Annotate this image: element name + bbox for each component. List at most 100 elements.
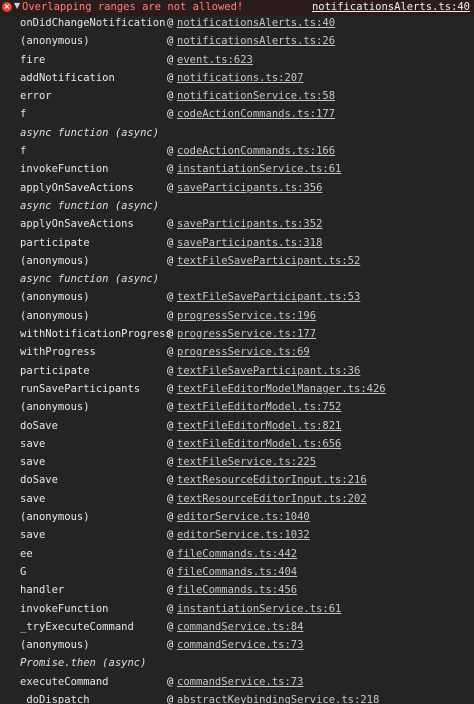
source-link[interactable]: commandService.ts:73	[177, 676, 303, 688]
async-separator-label: async function (async)	[20, 126, 160, 139]
async-separator-row: async function (async)	[0, 125, 474, 143]
at-separator: @	[167, 309, 174, 322]
function-name: participate	[20, 236, 90, 249]
stack-frame-row: addNotification @ notifications.ts:207	[0, 70, 474, 88]
stack-frame-row: (anonymous) @ commandService.ts:73	[0, 637, 474, 655]
error-message-header[interactable]: × ▼ Overlapping ranges are not allowed! …	[0, 0, 474, 16]
stack-frame-row: handler @ fileCommands.ts:456	[0, 582, 474, 600]
stack-frame-row: error @ notificationService.ts:58	[0, 88, 474, 106]
function-name: (anonymous)	[20, 511, 90, 524]
at-separator: @	[167, 35, 174, 48]
source-link[interactable]: commandService.ts:73	[177, 639, 303, 651]
stack-frame-row: (anonymous) @ notificationsAlerts.ts:26	[0, 33, 474, 51]
at-separator: @	[167, 163, 174, 176]
function-name: doSave	[20, 419, 58, 432]
at-separator: @	[167, 53, 174, 66]
at-separator: @	[167, 17, 174, 29]
source-link[interactable]: event.ts:623	[177, 54, 253, 66]
source-link[interactable]: textResourceEditorInput.ts:202	[177, 493, 367, 505]
function-name: fire	[20, 53, 46, 66]
source-link[interactable]: textFileSaveParticipant.ts:53	[177, 291, 360, 303]
source-link[interactable]: editorService.ts:1032	[177, 529, 310, 541]
at-separator: @	[167, 401, 174, 414]
source-link[interactable]: textFileSaveParticipant.ts:36	[177, 365, 360, 377]
stack-frame-row: doSave @ textFileEditorModel.ts:821	[0, 418, 474, 436]
at-separator: @	[167, 346, 174, 359]
function-name: doSave	[20, 474, 58, 487]
stack-frame-row: (anonymous) @ editorService.ts:1040	[0, 509, 474, 527]
source-link[interactable]: editorService.ts:1040	[177, 511, 310, 523]
source-link[interactable]: textFileEditorModel.ts:821	[177, 420, 341, 432]
error-message: Overlapping ranges are not allowed!	[22, 1, 244, 13]
at-separator: @	[167, 145, 174, 158]
function-name: error	[20, 90, 52, 103]
at-separator: @	[167, 108, 174, 121]
at-separator: @	[167, 474, 174, 487]
async-separator-label: async function (async)	[20, 273, 160, 286]
function-name: f	[20, 108, 27, 121]
function-name: executeCommand	[20, 675, 109, 688]
source-link[interactable]: fileCommands.ts:456	[177, 584, 297, 596]
source-link[interactable]: notifications.ts:207	[177, 72, 303, 84]
source-link[interactable]: progressService.ts:69	[177, 346, 310, 358]
at-separator: @	[167, 620, 174, 633]
source-link[interactable]: textResourceEditorInput.ts:216	[177, 474, 367, 486]
stack-frame-row: (anonymous) @ textFileEditorModel.ts:752	[0, 399, 474, 417]
error-source-link[interactable]: notificationsAlerts.ts:40	[312, 1, 470, 13]
stack-frame-row: save @ editorService.ts:1032	[0, 527, 474, 545]
function-name: applyOnSaveActions	[20, 181, 134, 194]
source-link[interactable]: abstractKeybindingService.ts:218	[177, 694, 379, 704]
source-link[interactable]: progressService.ts:196	[177, 310, 316, 322]
function-name: invokeFunction	[20, 163, 109, 176]
function-name: save	[20, 529, 46, 542]
stack-frame-row: invokeFunction @ instantiationService.ts:6…	[0, 601, 474, 619]
source-link[interactable]: progressService.ts:177	[177, 328, 316, 340]
source-link[interactable]: commandService.ts:84	[177, 621, 303, 633]
stack-frame-row: G @ fileCommands.ts:404	[0, 564, 474, 582]
stack-frame-row: save @ textResourceEditorInput.ts:202	[0, 491, 474, 509]
source-link[interactable]: textFileService.ts:225	[177, 456, 316, 468]
source-link[interactable]: notificationService.ts:58	[177, 90, 335, 102]
source-link[interactable]: notificationsAlerts.ts:26	[177, 35, 335, 47]
stack-frame-row: ee @ fileCommands.ts:442	[0, 546, 474, 564]
at-separator: @	[167, 328, 174, 341]
source-link[interactable]: instantiationService.ts:61	[177, 603, 341, 615]
source-link[interactable]: textFileSaveParticipant.ts:52	[177, 255, 360, 267]
stack-frame-row: _tryExecuteCommand @ commandService.ts:84	[0, 619, 474, 637]
function-name: onDidChangeNotification	[20, 17, 166, 29]
function-name: ee	[20, 547, 33, 560]
async-separator-row: async function (async)	[0, 198, 474, 216]
source-link[interactable]: saveParticipants.ts:356	[177, 182, 322, 194]
x-circle-icon: ×	[2, 2, 12, 12]
at-separator: @	[167, 181, 174, 194]
at-separator: @	[167, 602, 174, 615]
source-link[interactable]: textFileEditorModel.ts:752	[177, 401, 341, 413]
stack-frame-row: withProgress @ progressService.ts:69	[0, 344, 474, 362]
function-name: G	[20, 565, 27, 578]
source-link[interactable]: fileCommands.ts:442	[177, 548, 297, 560]
function-name: participate	[20, 364, 90, 377]
at-separator: @	[167, 364, 174, 377]
at-separator: @	[167, 693, 174, 704]
function-name: runSaveParticipants	[20, 382, 141, 395]
source-link[interactable]: codeActionCommands.ts:166	[177, 145, 335, 157]
function-name: f	[20, 145, 27, 158]
at-separator: @	[167, 218, 174, 231]
stack-frame-row: _doDispatch @ abstractKeybindingService.ts…	[0, 692, 474, 704]
at-separator: @	[167, 71, 174, 84]
source-link[interactable]: notificationsAlerts.ts:40	[177, 17, 335, 29]
at-separator: @	[167, 639, 174, 652]
stack-frame-row: fire @ event.ts:623	[0, 52, 474, 70]
function-name: (anonymous)	[20, 35, 90, 48]
source-link[interactable]: fileCommands.ts:404	[177, 566, 297, 578]
source-link[interactable]: textFileEditorModelManager.ts:426	[177, 383, 386, 395]
source-link[interactable]: saveParticipants.ts:352	[177, 218, 322, 230]
at-separator: @	[167, 529, 174, 542]
source-link[interactable]: codeActionCommands.ts:177	[177, 108, 335, 120]
expand-toggle-icon[interactable]: ▼	[14, 1, 20, 10]
source-link[interactable]: saveParticipants.ts:318	[177, 237, 322, 249]
function-name: addNotification	[20, 71, 115, 84]
at-separator: @	[167, 456, 174, 469]
source-link[interactable]: instantiationService.ts:61	[177, 163, 341, 175]
source-link[interactable]: textFileEditorModel.ts:656	[177, 438, 341, 450]
